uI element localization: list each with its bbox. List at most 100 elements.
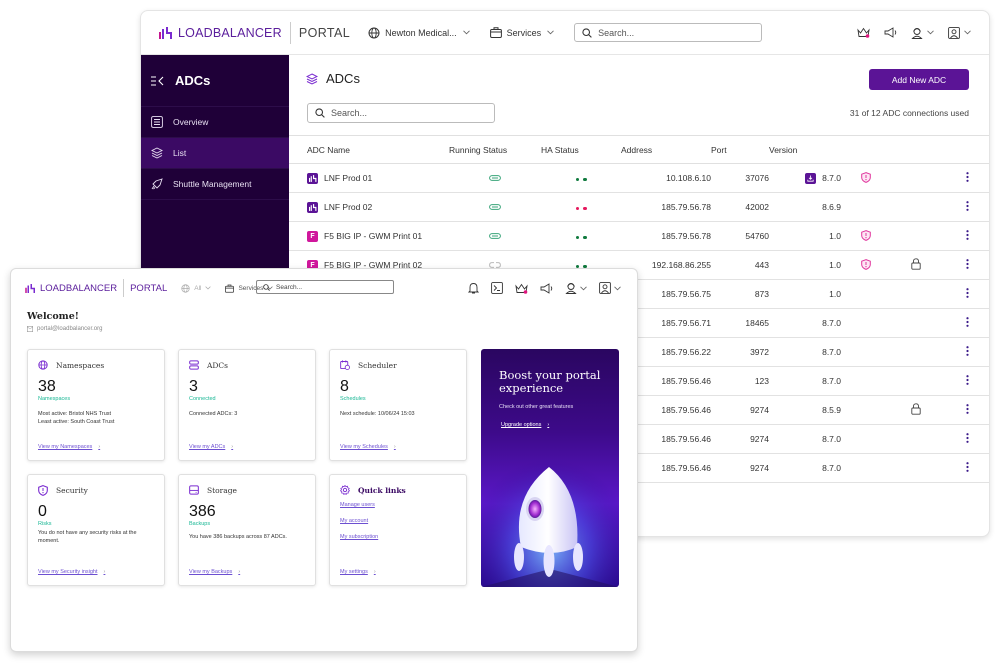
top-navigation-bar: LOADBALANCER PORTAL All Services Search.…: [11, 269, 637, 307]
column-header-version[interactable]: Version: [769, 135, 841, 164]
upgrade-promo-banner: Boost your portal experience Check out o…: [481, 349, 619, 587]
security-cell: [841, 250, 891, 280]
support-menu[interactable]: [565, 282, 587, 294]
search-icon: [582, 27, 592, 38]
more-options-icon[interactable]: [966, 346, 969, 356]
version-text: 8.7.0: [822, 173, 841, 183]
view-adcs-link[interactable]: View my ADCs ›: [189, 444, 233, 450]
support-menu[interactable]: [911, 27, 934, 39]
more-options-icon[interactable]: [966, 375, 969, 385]
adc-name[interactable]: LNF Prod 01: [307, 172, 449, 184]
link-text: My settings: [340, 569, 368, 575]
column-header-ha-status[interactable]: HA Status: [541, 135, 621, 164]
chevron-right-icon: ›: [373, 569, 376, 575]
divider: [289, 21, 291, 44]
adc-name[interactable]: F F5 BIG IP - GWM Print 01: [307, 230, 449, 242]
table-row[interactable]: LNF Prod 01 10.108.6.10 37076 8.7.0: [289, 163, 989, 193]
card-header: Scheduler: [340, 360, 397, 370]
more-options-icon[interactable]: [966, 230, 969, 240]
security-warning-icon[interactable]: [861, 229, 871, 241]
more-options-icon[interactable]: [966, 462, 969, 472]
link-text: View my ADCs: [189, 444, 226, 450]
actions-cell: [941, 395, 989, 425]
column-header-actions: [941, 135, 989, 164]
actions-cell: [941, 308, 989, 338]
lock-icon[interactable]: [911, 258, 921, 270]
more-options-icon[interactable]: [966, 259, 969, 269]
version-text: 8.7.0: [822, 376, 841, 386]
card-value: 8: [340, 378, 349, 395]
card-description: You do not have any security risks at th…: [38, 530, 137, 544]
account-menu[interactable]: [948, 26, 971, 39]
megaphone-icon[interactable]: [540, 282, 553, 294]
link-text: View my Backups: [189, 569, 233, 575]
logo[interactable]: LOADBALANCER PORTAL: [25, 279, 167, 297]
sidebar-item-shuttle-management[interactable]: Shuttle Management: [141, 169, 289, 200]
column-header-address[interactable]: Address: [621, 135, 711, 164]
table-row[interactable]: F F5 BIG IP - GWM Print 01 185.79.56.78 547…: [289, 221, 989, 251]
security-warning-icon[interactable]: [861, 258, 871, 270]
global-search-input[interactable]: Search...: [256, 280, 394, 294]
add-new-adc-button[interactable]: Add New ADC: [869, 69, 969, 90]
logo[interactable]: LOADBALANCER PORTAL: [159, 21, 350, 44]
actions-cell: [941, 279, 989, 309]
lock-cell: [891, 192, 941, 222]
user-email: portal@loadbalancer.org: [27, 326, 102, 332]
manage-users-link[interactable]: Manage users: [340, 502, 375, 508]
ha-status-cell: [541, 163, 621, 193]
namespace-selector[interactable]: Newton Medical...: [368, 27, 470, 39]
services-menu[interactable]: Services: [489, 27, 555, 38]
actions-cell: [941, 366, 989, 396]
more-options-icon[interactable]: [966, 433, 969, 443]
more-options-icon[interactable]: [966, 404, 969, 414]
upgrade-options-link[interactable]: Upgrade options ›: [501, 422, 549, 428]
actions-cell: [941, 453, 989, 483]
column-header-port[interactable]: Port: [711, 135, 769, 164]
security-warning-icon[interactable]: [861, 171, 871, 183]
globe-icon: [181, 283, 190, 293]
table-row[interactable]: LNF Prod 02 185.79.56.78 42002 8.6.9: [289, 192, 989, 222]
my-settings-link[interactable]: My settings ›: [340, 569, 376, 575]
view-backups-link[interactable]: View my Backups ›: [189, 569, 240, 575]
version-cell: 1.0: [769, 250, 841, 280]
view-namespaces-link[interactable]: View my Namespaces ›: [38, 444, 100, 450]
welcome-heading: Welcome!: [27, 311, 79, 322]
card-header: ADCs: [189, 360, 228, 370]
sidebar-item-list[interactable]: List: [141, 138, 289, 169]
ha-status-green-indicator: [574, 235, 589, 239]
terminal-icon[interactable]: [491, 282, 503, 294]
megaphone-icon[interactable]: [884, 27, 897, 38]
more-options-icon[interactable]: [966, 172, 969, 182]
column-header-adc-name[interactable]: ADC Name: [289, 135, 449, 164]
more-options-icon[interactable]: [966, 201, 969, 211]
actions-cell: [941, 192, 989, 222]
update-available-icon[interactable]: [805, 172, 817, 184]
crown-icon[interactable]: [515, 283, 528, 294]
my-account-link[interactable]: My account: [340, 518, 368, 524]
version-text: 8.7.0: [822, 434, 841, 444]
version-cell: 1.0: [769, 279, 841, 309]
adc-search-input[interactable]: Search...: [307, 103, 495, 123]
running-status-on-icon: [489, 175, 501, 181]
crown-icon[interactable]: [857, 27, 870, 38]
actions-cell: [941, 424, 989, 454]
more-options-icon[interactable]: [966, 317, 969, 327]
chevron-right-icon: ›: [547, 422, 550, 428]
view-schedules-link[interactable]: View my Schedules ›: [340, 444, 396, 450]
collapse-sidebar-icon[interactable]: [151, 76, 165, 86]
account-menu[interactable]: [599, 282, 621, 294]
sidebar-item-overview[interactable]: Overview: [141, 107, 289, 138]
bell-icon[interactable]: [468, 282, 479, 294]
running-status-cell: [449, 221, 541, 251]
lock-icon[interactable]: [911, 403, 921, 415]
my-subscription-link[interactable]: My subscription: [340, 534, 378, 540]
running-status-cell: [449, 192, 541, 222]
global-search-input[interactable]: Search...: [574, 23, 763, 42]
column-header-running-status[interactable]: Running Status: [449, 135, 541, 164]
view-security-insight-link[interactable]: View my Security insight ›: [38, 569, 105, 575]
namespace-selector[interactable]: All: [181, 283, 212, 293]
adc-name[interactable]: LNF Prod 02: [307, 201, 449, 213]
actions-cell: [941, 250, 989, 280]
more-options-icon[interactable]: [966, 288, 969, 298]
chevron-right-icon: ›: [231, 444, 234, 450]
